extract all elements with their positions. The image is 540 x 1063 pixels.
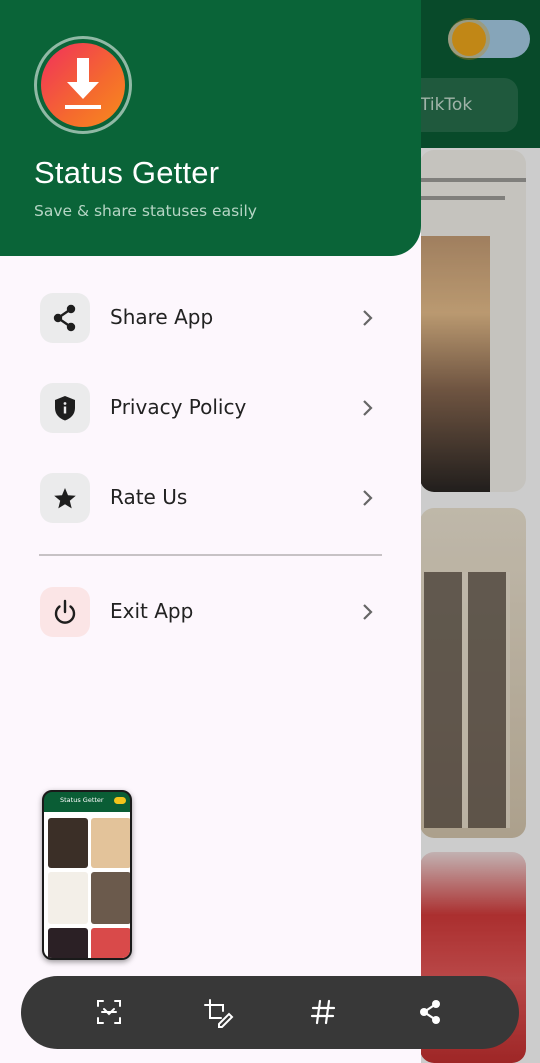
screenshot-preview[interactable]: Status Getter xyxy=(42,790,132,960)
preview-body xyxy=(44,812,130,958)
scan-icon[interactable] xyxy=(91,994,127,1030)
chevron-right-icon xyxy=(363,604,373,620)
menu-item-exit-app[interactable]: Exit App xyxy=(24,581,396,645)
screenshot-action-bar xyxy=(21,976,519,1049)
menu-item-label: Share App xyxy=(110,305,214,329)
menu-item-privacy-policy[interactable]: Privacy Policy xyxy=(24,377,396,441)
preview-toggle xyxy=(114,797,126,804)
shield-icon xyxy=(40,383,90,433)
menu-item-rate-us[interactable]: Rate Us xyxy=(24,467,396,531)
chevron-right-icon xyxy=(363,400,373,416)
drawer-header: Status Getter Save & share statuses easi… xyxy=(0,0,421,256)
preview-title: Status Getter xyxy=(60,796,104,804)
chevron-right-icon xyxy=(363,310,373,326)
hashtag-icon[interactable] xyxy=(305,994,341,1030)
menu-item-label: Exit App xyxy=(110,599,194,623)
share-icon xyxy=(40,293,90,343)
preview-header: Status Getter xyxy=(44,792,130,812)
share-icon[interactable] xyxy=(412,994,448,1030)
app-name: Status Getter xyxy=(34,155,220,190)
menu-item-share-app[interactable]: Share App xyxy=(24,287,396,351)
crop-edit-icon[interactable] xyxy=(199,994,235,1030)
menu-item-label: Privacy Policy xyxy=(110,395,247,419)
star-icon xyxy=(40,473,90,523)
menu-divider xyxy=(39,554,382,556)
app-tagline: Save & share statuses easily xyxy=(34,202,257,220)
download-arrow-icon xyxy=(41,43,125,127)
power-icon xyxy=(40,587,90,637)
menu-item-label: Rate Us xyxy=(110,485,188,509)
chevron-right-icon xyxy=(363,490,373,506)
